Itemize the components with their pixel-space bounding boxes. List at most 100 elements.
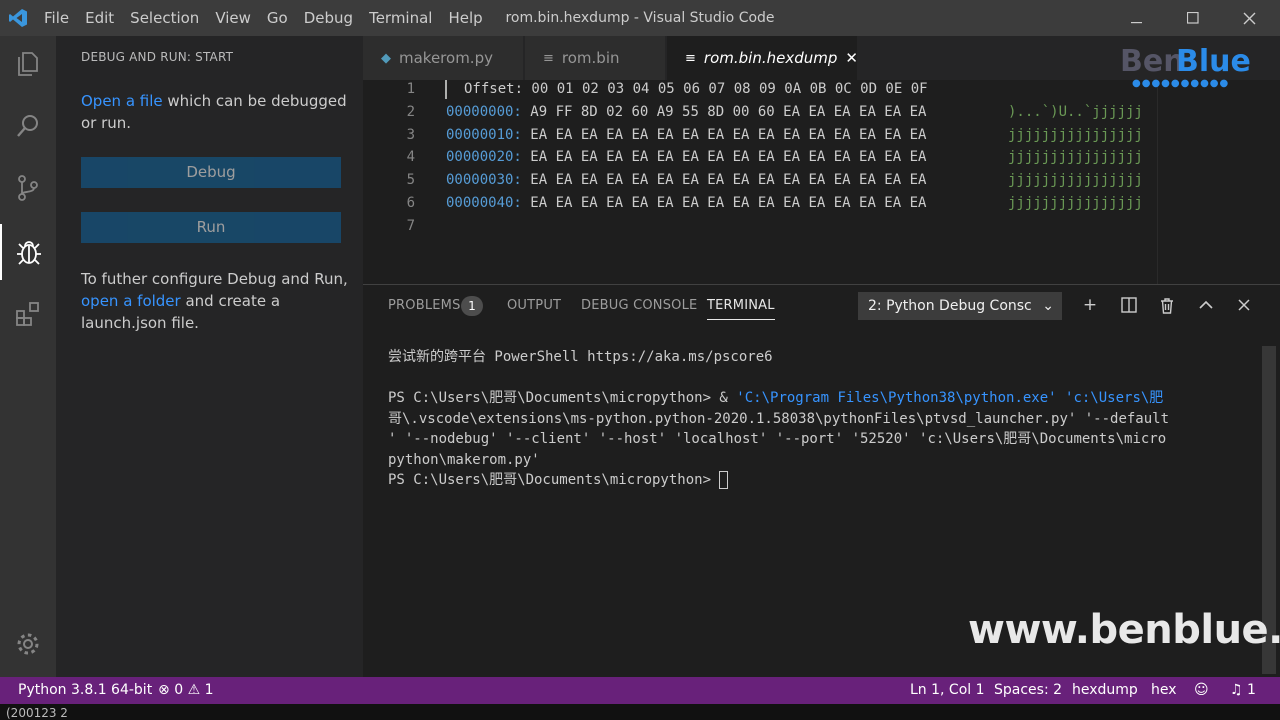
problems-status[interactable]: ⊗ 0 ⚠ 1 [158, 677, 214, 704]
hex-offset: 00000040: [446, 195, 522, 211]
hexdump-editor[interactable]: 1 2 3 4 5 6 7 Offset: 00 01 02 03 04 05 … [363, 80, 1280, 284]
text-cursor [445, 80, 447, 99]
indentation[interactable]: Spaces: 2 [994, 677, 1062, 704]
split-icon [1121, 297, 1137, 313]
menu-help[interactable]: Help [440, 0, 490, 36]
extensions-button[interactable] [0, 286, 56, 342]
files-icon [18, 52, 38, 76]
file-lines-icon: ≡ [543, 50, 554, 66]
hex-header: Offset: 00 01 02 03 04 05 06 07 08 09 0A… [464, 81, 928, 97]
bug-icon [17, 241, 41, 265]
minimize-button[interactable] [1110, 0, 1164, 36]
title-bar: File Edit Selection View Go Debug Termin… [0, 0, 1280, 36]
menu-terminal[interactable]: Terminal [361, 0, 440, 36]
hex-bytes: EA EA EA EA EA EA EA EA EA EA EA EA EA E… [530, 149, 927, 165]
configure-text: To futher configure Debug and Run, [81, 270, 348, 288]
source-control-button[interactable] [0, 160, 56, 216]
bell-icon: ♫ [1230, 682, 1243, 698]
minimap[interactable] [1157, 80, 1280, 284]
maximize-button[interactable] [1166, 0, 1220, 36]
warning-count: 1 [204, 682, 214, 698]
configure-message: To futher configure Debug and Run, open … [81, 268, 351, 334]
terminal-line: python\makerom.py' [388, 451, 540, 468]
line-number: 6 [406, 195, 415, 211]
tab-output[interactable]: OUTPUT [507, 298, 561, 313]
maximize-panel-button[interactable] [1194, 293, 1218, 317]
feedback-button[interactable]: ☺ [1194, 677, 1209, 704]
activity-bar [0, 36, 56, 677]
terminal-line: 哥\.vscode\extensions\ms-python.python-20… [388, 410, 1170, 427]
search-button[interactable] [0, 98, 56, 154]
menu-edit[interactable]: Edit [77, 0, 122, 36]
python-file-icon: ◆ [381, 50, 391, 66]
new-terminal-button[interactable]: + [1078, 293, 1102, 317]
search-icon [17, 115, 38, 137]
menu-go[interactable]: Go [259, 0, 296, 36]
error-count: 0 [174, 682, 184, 698]
tab-label: makerom.py [399, 49, 493, 67]
hex-bytes: EA EA EA EA EA EA EA EA EA EA EA EA EA E… [530, 195, 927, 211]
hex-row: 00000040: EA EA EA EA EA EA EA EA EA EA … [446, 195, 926, 211]
problems-count-badge: 1 [461, 296, 483, 316]
language-mode[interactable]: hexdump [1072, 677, 1138, 704]
explorer-button[interactable] [0, 36, 56, 92]
kill-terminal-button[interactable] [1155, 293, 1179, 317]
hex-ascii: jjjjjjjjjjjjjjjj [1008, 195, 1143, 211]
bottom-caption: (200123 2 [6, 706, 68, 720]
tab-makerom-py[interactable]: ◆ makerom.py [363, 36, 523, 80]
open-file-link[interactable]: Open a file [81, 92, 163, 110]
close-tab-icon[interactable]: ✕ [845, 49, 858, 67]
encoding[interactable]: hex [1151, 677, 1177, 704]
hex-ascii: jjjjjjjjjjjjjjjj [1008, 172, 1143, 188]
hex-bytes: A9 FF 8D 02 60 A9 55 8D 00 60 EA EA EA E… [530, 104, 927, 120]
close-icon [1243, 12, 1255, 24]
hex-ascii: jjjjjjjjjjjjjjjj [1008, 127, 1143, 143]
cursor-position[interactable]: Ln 1, Col 1 [910, 677, 985, 704]
tab-debug-console[interactable]: DEBUG CONSOLE [581, 298, 697, 313]
error-icon: ⊗ [158, 682, 170, 698]
line-number: 7 [406, 218, 415, 234]
line-number: 4 [406, 149, 415, 165]
settings-button[interactable] [0, 616, 56, 672]
hex-offset: 00000000: [446, 104, 522, 120]
source-control-icon [18, 175, 38, 201]
terminal-line[interactable]: PS C:\Users\肥哥\Documents\micropython> [388, 470, 729, 491]
split-terminal-button[interactable] [1117, 293, 1141, 317]
extensions-icon [16, 302, 39, 326]
trash-icon [1161, 297, 1173, 314]
tab-rom-bin[interactable]: ≡ rom.bin [525, 36, 665, 80]
close-panel-button[interactable] [1232, 293, 1256, 317]
tab-rom-bin-hexdump[interactable]: ≡ rom.bin.hexdump ✕ [667, 36, 858, 80]
gear-icon [17, 633, 39, 655]
terminal-line: 尝试新的跨平台 PowerShell https://aka.ms/pscore… [388, 349, 773, 365]
debug-button[interactable] [0, 224, 56, 280]
terminal-select[interactable]: 2: Python Debug Consc ⌄ [858, 292, 1062, 320]
menu-view[interactable]: View [207, 0, 259, 36]
notifications-button[interactable]: ♫ 1 [1230, 677, 1256, 704]
menu-debug[interactable]: Debug [296, 0, 361, 36]
debug-button-sidebar[interactable]: Debug [81, 157, 341, 188]
logo-text-ben: Ben [1120, 44, 1185, 79]
maximize-icon [1187, 12, 1199, 24]
open-folder-link[interactable]: open a folder [81, 292, 181, 310]
hex-offset: 00000030: [446, 172, 522, 188]
chevron-down-icon: ⌄ [1042, 298, 1054, 314]
bottom-strip: (200123 2 [0, 704, 1280, 720]
run-button[interactable]: Run [81, 212, 341, 243]
benblue-logo: Ben Blue ●●●●●●●●●● [1120, 40, 1251, 92]
hex-offset: 00000010: [446, 127, 522, 143]
notification-count: 1 [1247, 682, 1256, 698]
watermark-site: www.benblue.cn [968, 607, 1280, 653]
tab-problems[interactable]: PROBLEMS [388, 298, 461, 313]
sidebar-title: DEBUG AND RUN: START [81, 50, 234, 64]
menu-selection[interactable]: Selection [122, 0, 207, 36]
hex-row: 00000030: EA EA EA EA EA EA EA EA EA EA … [446, 172, 926, 188]
status-bar: Python 3.8.1 64-bit ⊗ 0 ⚠ 1 Ln 1, Col 1 … [0, 677, 1280, 704]
logo-text-blue: Blue [1176, 44, 1251, 79]
file-lines-icon: ≡ [685, 50, 696, 66]
close-window-button[interactable] [1222, 0, 1276, 36]
tab-terminal[interactable]: TERMINAL [707, 298, 775, 320]
python-interpreter[interactable]: Python 3.8.1 64-bit [18, 677, 152, 704]
menu-file[interactable]: File [36, 0, 77, 36]
terminal-prompt: PS C:\Users\肥哥\Documents\micropython> & [388, 390, 737, 406]
